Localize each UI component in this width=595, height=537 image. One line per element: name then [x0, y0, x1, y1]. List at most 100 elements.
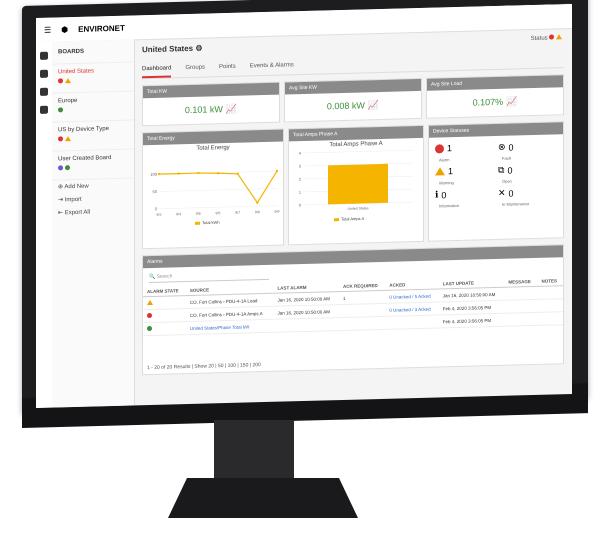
- data-point: [157, 172, 161, 176]
- x-tick-label: 9/5: [196, 212, 201, 216]
- alarm-acked[interactable]: [385, 314, 439, 330]
- page-title-text: United States: [142, 43, 194, 55]
- warning-icon: [65, 136, 71, 142]
- info-icon: ℹ: [435, 189, 439, 200]
- kpi-value: 0.107%: [472, 96, 504, 108]
- x-tick-label: 9/9: [275, 210, 280, 214]
- tool-icon: [65, 165, 70, 171]
- tag-icon: [58, 165, 63, 171]
- kpi-value: 0.101 kW: [184, 104, 223, 116]
- y-tick-label: 100: [150, 172, 157, 177]
- logo-icon: ⬢: [61, 24, 69, 34]
- icon-rail: [36, 41, 53, 408]
- status-alarm[interactable]: 1 Alarm: [435, 142, 494, 163]
- y-tick-label: 2: [299, 177, 302, 182]
- alarm-ack-required: 1: [339, 290, 386, 305]
- x-tick-label: 9/8: [255, 210, 260, 214]
- alarm-icon: [58, 78, 63, 84]
- alarms-title: Alarms: [143, 245, 563, 269]
- x-tick-label: 9/4: [176, 212, 181, 216]
- warning-icon: [556, 34, 562, 40]
- total-amps-card: Total Amps Phase A Total Amps Phase A 01…: [288, 124, 424, 246]
- bar: [328, 163, 388, 205]
- device-icon[interactable]: [40, 87, 48, 96]
- avg-site-kw-card: Avg Site KW 0.008 kW 📈: [284, 77, 422, 123]
- alarm-icon: [435, 144, 444, 154]
- tab-dashboard[interactable]: Dashboard: [142, 61, 172, 79]
- import-label: Import: [64, 196, 82, 204]
- legend-label: Total kWh: [202, 220, 220, 225]
- y-tick-label: 0: [155, 206, 158, 211]
- data-point: [275, 169, 279, 173]
- board-item[interactable]: US by Device Type: [52, 120, 134, 152]
- board-icon[interactable]: [40, 69, 48, 78]
- tab-events-alarms[interactable]: Events & Alarms: [250, 58, 294, 75]
- trend-chart-icon[interactable]: 📈: [506, 96, 517, 106]
- network-icon: ⧉: [498, 164, 505, 175]
- total-energy-card: Total Energy Total Energy 0 50 100 9/3 9/4 9/…: [142, 128, 284, 250]
- trend-chart-icon[interactable]: 📈: [368, 100, 379, 110]
- boards-sidebar: BOARDS United States Europe US by Device…: [52, 39, 135, 408]
- pagination[interactable]: 1 - 20 of 20 Results | Show 20 | 50 | 10…: [147, 362, 261, 371]
- status-count: 0: [508, 187, 514, 199]
- sidebar-header: BOARDS: [52, 39, 134, 65]
- globe-icon[interactable]: [40, 51, 48, 60]
- alarm-icon: [58, 136, 63, 142]
- warning-icon: [435, 167, 445, 176]
- y-tick-label: 0: [299, 203, 302, 208]
- status-information[interactable]: ℹ 0 Information: [435, 188, 494, 209]
- status-label: In Maintenance: [502, 201, 530, 207]
- status-count: 1: [448, 166, 454, 177]
- x-tick-label: 9/6: [216, 211, 221, 215]
- x-tick-label: 9/3: [157, 213, 162, 217]
- status-fault[interactable]: ⊗ 0 Fault: [498, 140, 557, 161]
- alarm-ack-required: [339, 316, 386, 331]
- board-item[interactable]: United States: [52, 62, 134, 94]
- board-item[interactable]: Europe: [52, 91, 134, 123]
- series-line: [159, 170, 278, 204]
- status-count: 1: [447, 143, 453, 154]
- menu-icon[interactable]: ☰: [44, 25, 51, 34]
- device-statuses-card: Device Statuses 1 Alarm ⊗ 0 Fault 1 Warning …: [428, 121, 564, 242]
- status-count: 0: [441, 189, 447, 200]
- monitor-base: [168, 478, 358, 518]
- x-tick-label: United States: [347, 206, 368, 211]
- export-label: Export All: [64, 209, 91, 217]
- amps-bar-chart: 0 1 2 3 4 United States Total Amps A: [299, 149, 413, 222]
- x-tick-label: 9/7: [235, 211, 240, 215]
- trend-chart-icon[interactable]: 📈: [226, 104, 237, 114]
- energy-line-chart: 0 50 100 9/3 9/4 9/5 9/6 9/7 9/8 9/9 Total kWh: [150, 169, 280, 225]
- legend-swatch: [195, 221, 200, 225]
- gear-icon[interactable]: [40, 105, 48, 114]
- ok-icon: [147, 325, 152, 332]
- y-tick-label: 50: [153, 189, 158, 194]
- y-tick-label: 4: [299, 151, 302, 156]
- avg-site-load-card: Avg Site Load 0.107% 📈: [426, 74, 564, 119]
- export-all-button[interactable]: ⇤ Export All: [52, 204, 134, 219]
- board-name: US by Device Type: [58, 126, 109, 134]
- legend-swatch: [334, 218, 339, 222]
- status-maintenance[interactable]: ✕ 0 In Maintenance: [498, 186, 557, 207]
- add-new-label: Add New: [64, 183, 89, 191]
- warning-icon: [147, 299, 153, 306]
- search-input[interactable]: 🔍 Search: [149, 268, 269, 284]
- kpi-value: 0.008 kW: [326, 100, 365, 112]
- legend-label: Total Amps A: [341, 216, 364, 222]
- total-kw-card: Total KW 0.101 kW 📈: [142, 81, 280, 127]
- alarm-last-alarm: [273, 317, 340, 333]
- grid-line: [159, 205, 277, 210]
- tab-points[interactable]: Points: [219, 60, 236, 76]
- status-label: Warning: [439, 179, 454, 186]
- alarms-panel: Alarms 🔍 Search ALARM STATE SOURCE LAST …: [142, 244, 564, 376]
- alarm-last-update: Feb 4, 2020 3:56:05 PM: [438, 313, 505, 328]
- status-warning[interactable]: 1 Warning: [435, 165, 494, 186]
- board-name: User Created Board: [58, 155, 112, 163]
- status-count: 0: [508, 141, 514, 153]
- status-open[interactable]: ⧉ 0 Open: [498, 163, 557, 184]
- grid-line: [303, 149, 413, 154]
- alarm-source[interactable]: United States/Phase Total kW: [185, 319, 274, 335]
- ok-icon: [58, 107, 63, 113]
- board-item[interactable]: User Created Board: [52, 149, 134, 181]
- alarm-icon: [147, 312, 152, 319]
- tab-groups[interactable]: Groups: [185, 61, 205, 78]
